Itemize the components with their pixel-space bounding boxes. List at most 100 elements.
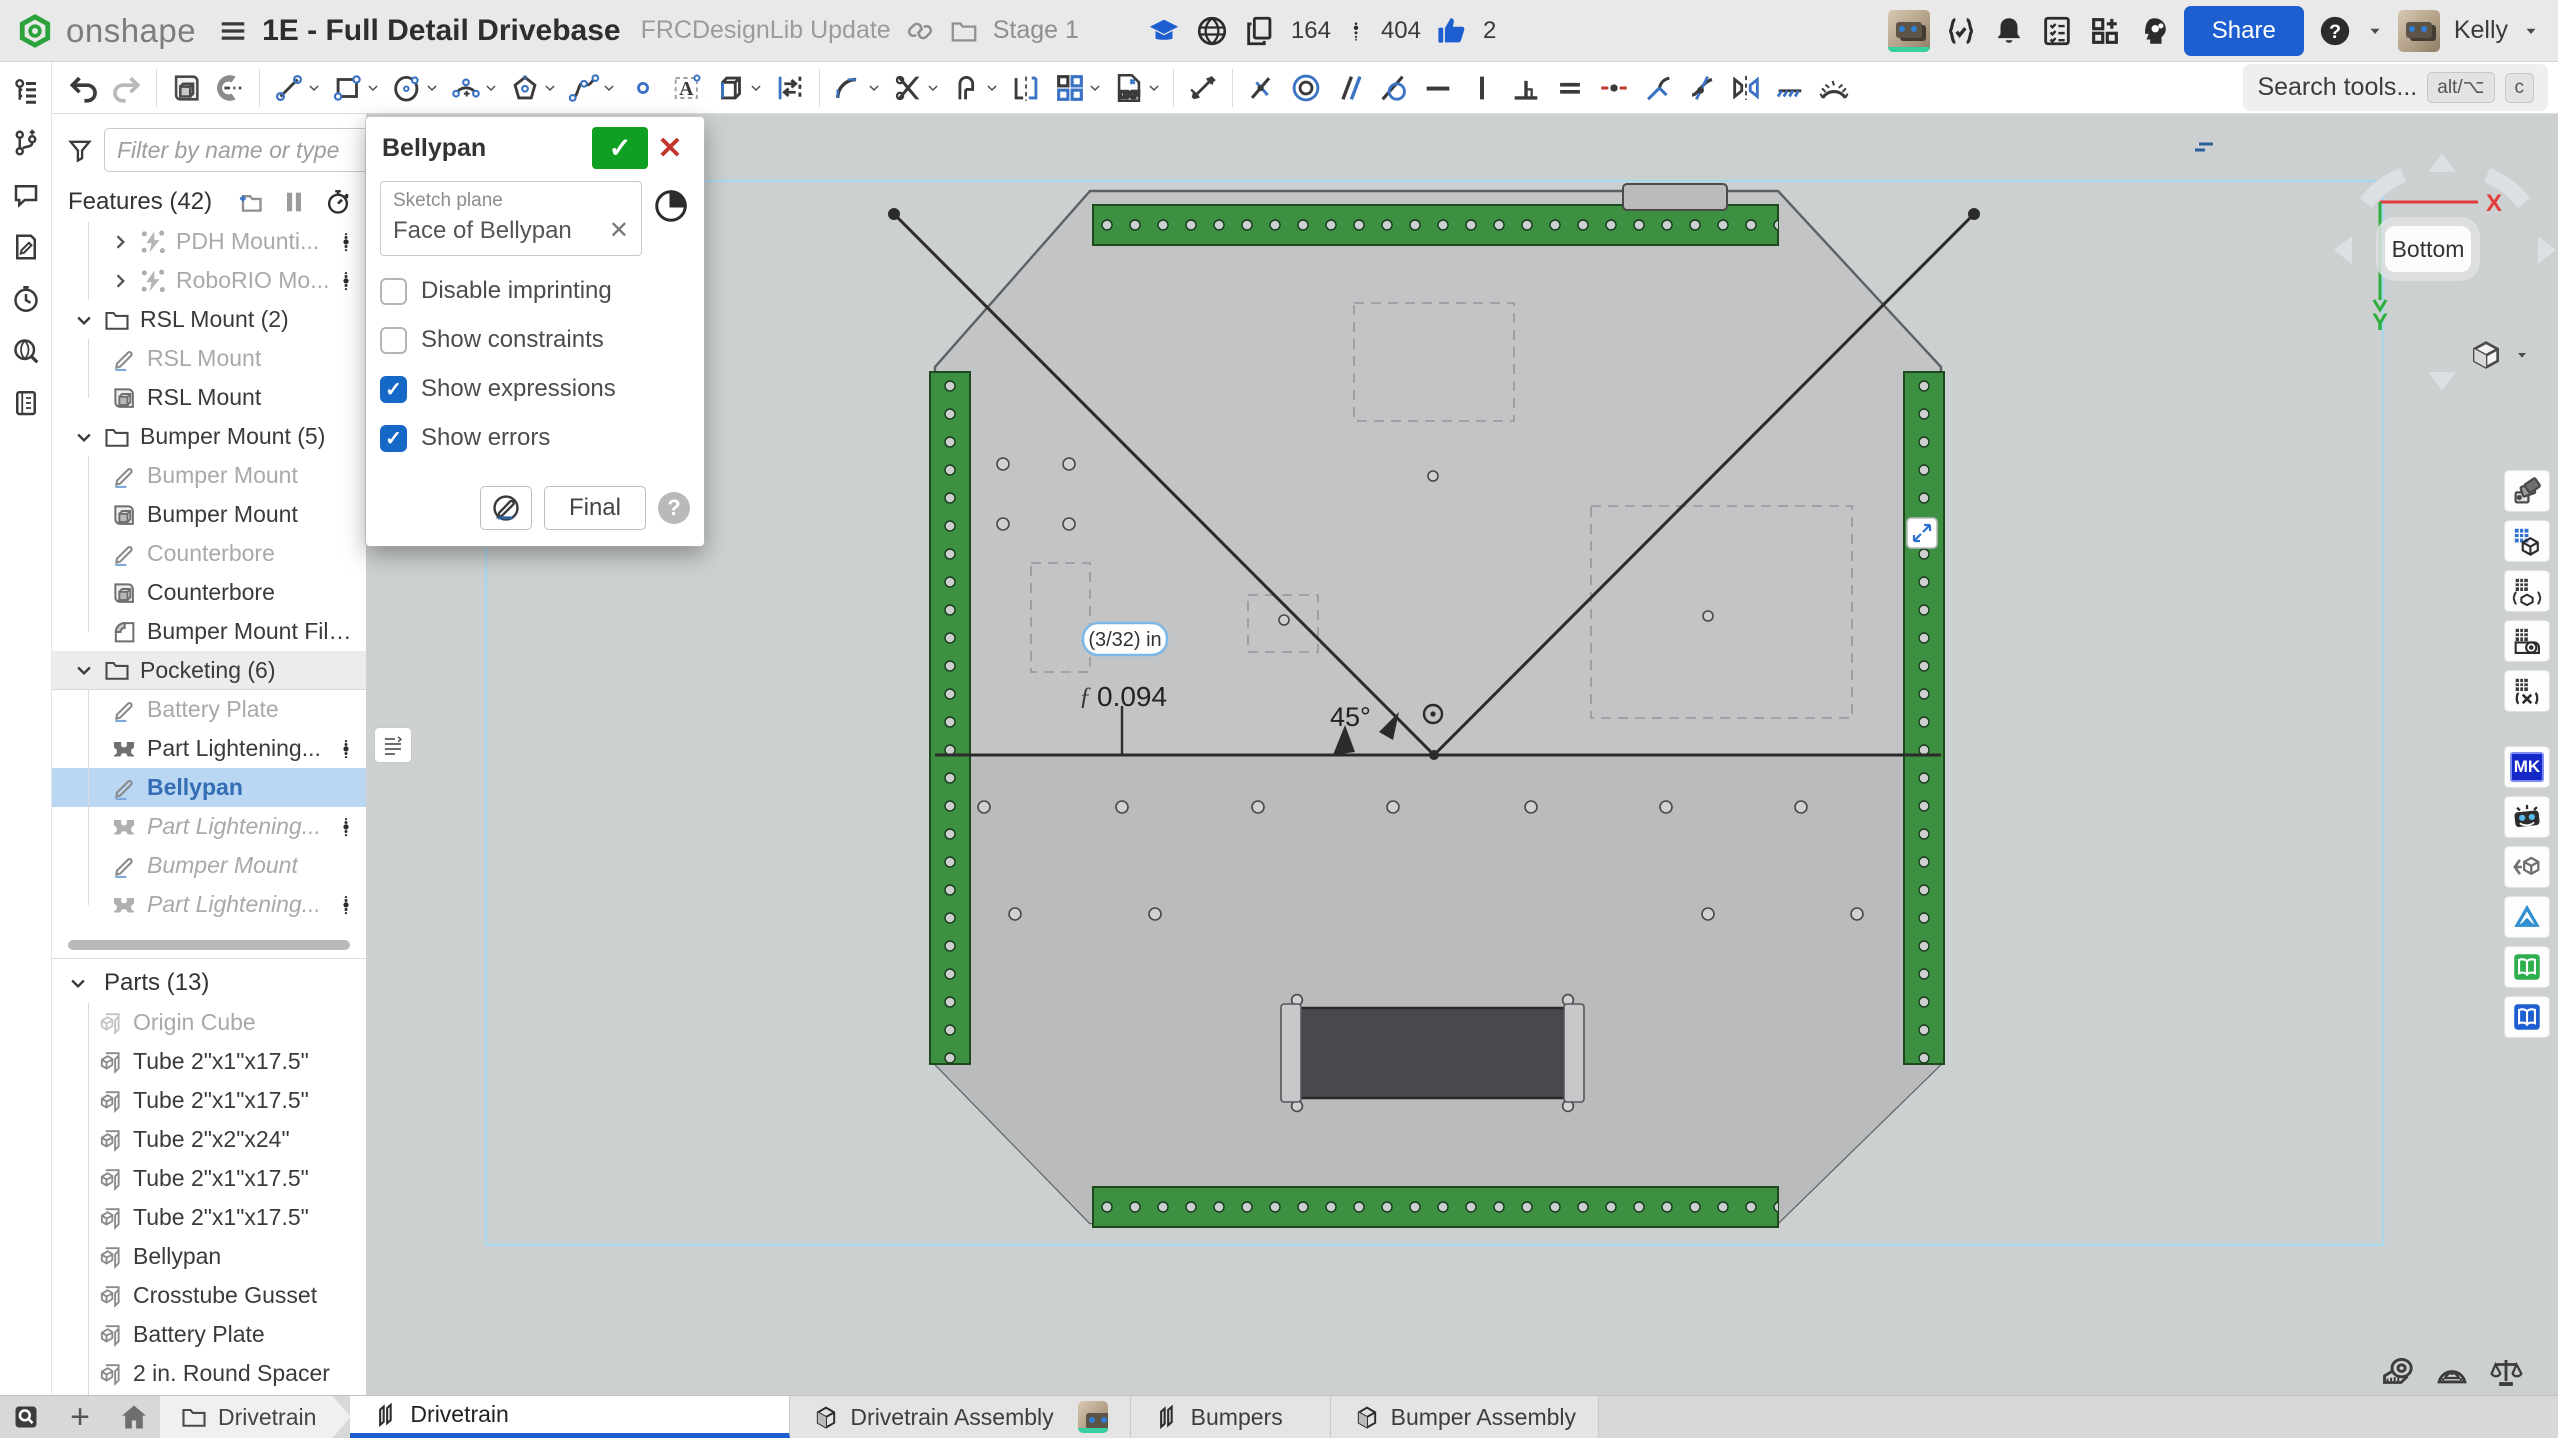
chevron-down-icon[interactable] <box>484 81 498 95</box>
ai-advisor-icon[interactable] <box>2136 14 2170 48</box>
expand-caret-icon[interactable] <box>110 271 130 291</box>
versions-branch-icon[interactable] <box>11 128 41 158</box>
symmetric-constraint-button[interactable] <box>1725 66 1767 110</box>
sketch-button[interactable] <box>165 66 207 110</box>
tab-bumpers[interactable]: Bumpers <box>1131 1396 1331 1438</box>
feature-script-icon[interactable] <box>1944 14 1978 48</box>
rollback-list-toggle[interactable] <box>374 727 412 763</box>
edit-document-icon[interactable] <box>11 232 41 262</box>
sketch-plane-field[interactable]: Sketch plane Face of Bellypan ✕ <box>380 181 642 256</box>
circle-tool-button[interactable] <box>386 66 443 110</box>
final-button[interactable]: Final <box>544 486 646 530</box>
vertical-constraint-button[interactable] <box>1461 66 1503 110</box>
drag-dots-icon[interactable] <box>340 227 352 257</box>
feature-item[interactable]: Bumper Mount <box>52 456 366 495</box>
feature-item[interactable]: Counterbore <box>52 534 366 573</box>
parts-header[interactable]: Parts (13) <box>52 963 366 1003</box>
suppress-pause-icon[interactable] <box>280 188 308 216</box>
chevron-down-icon[interactable] <box>749 81 763 95</box>
horizontal-scrollbar[interactable] <box>68 940 350 950</box>
document-menu-icon[interactable] <box>218 16 248 46</box>
feature-folder[interactable]: RSL Mount (2) <box>52 300 366 339</box>
offset-curve-button[interactable] <box>946 66 1003 110</box>
chevron-down-icon[interactable] <box>543 81 557 95</box>
add-tab-button[interactable]: + <box>52 1396 108 1438</box>
checkbox-icon[interactable]: ✓ <box>380 425 407 452</box>
user-name[interactable]: Kelly <box>2454 16 2508 45</box>
search-globe-icon[interactable] <box>11 336 41 366</box>
robot-assistant-button[interactable] <box>2504 796 2550 838</box>
feature-item[interactable]: Battery Plate <box>52 690 366 729</box>
add-folder-icon[interactable] <box>236 188 264 216</box>
render-studio-button[interactable] <box>2504 620 2550 662</box>
tube-plate-left[interactable] <box>930 372 970 1064</box>
notebook-icon[interactable] <box>11 388 41 418</box>
part-item[interactable]: Tube 2"x1"x17.5" <box>52 1042 366 1081</box>
line-tool-button[interactable] <box>268 66 325 110</box>
regen-timer-icon[interactable] <box>324 188 352 216</box>
breadcrumb[interactable]: Stage 1 <box>993 16 1079 45</box>
part-item[interactable]: Tube 2"x1"x17.5" <box>52 1159 366 1198</box>
perpendicular-constraint-button[interactable] <box>1505 66 1547 110</box>
part-item[interactable]: Battery Plate <box>52 1315 366 1354</box>
fillet-tool-button[interactable] <box>828 66 885 110</box>
checkbox-show-constraints[interactable]: ✓ Show constraints <box>380 326 690 354</box>
feature-item[interactable]: Bumper Mount <box>52 495 366 534</box>
feature-item[interactable]: RoboRIO Mo... <box>52 261 366 300</box>
point-tool-button[interactable] <box>622 66 664 110</box>
redo-button[interactable] <box>106 66 148 110</box>
part-item[interactable]: 2 in. Round Spacer <box>52 1354 366 1393</box>
part-item[interactable]: Tube 2"x1"x17.5" <box>52 1198 366 1237</box>
search-tools-box[interactable]: Search tools... alt/⌥ c <box>2243 64 2548 111</box>
versions-dots-icon[interactable] <box>1345 14 1367 48</box>
view-cube-menu-button[interactable] <box>2466 335 2530 375</box>
help-caret-icon[interactable] <box>2366 22 2384 40</box>
checkbox-disable-imprinting[interactable]: ✓ Disable imprinting <box>380 277 690 305</box>
chevron-down-icon[interactable] <box>1147 81 1161 95</box>
drag-dots-icon[interactable] <box>340 266 352 296</box>
concentric-constraint-button[interactable] <box>1285 66 1327 110</box>
derived-part-button[interactable] <box>2504 846 2550 888</box>
checkbox-icon[interactable]: ✓ <box>380 327 407 354</box>
use-project-button[interactable] <box>710 66 767 110</box>
trim-tool-button[interactable] <box>887 66 944 110</box>
parallel-constraint-button[interactable] <box>1329 66 1371 110</box>
undo-button[interactable] <box>62 66 104 110</box>
view-cube-face-bottom[interactable]: Bottom <box>2385 226 2471 272</box>
drag-dots-icon[interactable] <box>340 734 352 764</box>
dimension-tool-button[interactable] <box>1182 66 1224 110</box>
tasks-checklist-icon[interactable] <box>2040 14 2074 48</box>
stream-app-button[interactable] <box>2504 896 2550 938</box>
chevron-down-icon[interactable] <box>307 81 321 95</box>
checkbox-icon[interactable]: ✓ <box>380 376 407 403</box>
partial-feature-scope-icon[interactable] <box>652 187 690 225</box>
part-item[interactable]: Crosstube Gusset <box>52 1276 366 1315</box>
part-item[interactable]: Bellypan <box>52 1237 366 1276</box>
cancel-button[interactable]: ✕ <box>648 127 692 169</box>
coincident-constraint-button[interactable] <box>1241 66 1283 110</box>
drag-dots-icon[interactable] <box>340 890 352 920</box>
tangent-constraint-button[interactable] <box>1373 66 1415 110</box>
feature-item[interactable]: Part Lightening... <box>52 807 366 846</box>
feature-item-selected[interactable]: Bellypan <box>52 768 366 807</box>
expand-caret-icon[interactable] <box>110 232 130 252</box>
featurescript-cube-button[interactable] <box>2504 570 2550 612</box>
offset-button[interactable] <box>769 66 811 110</box>
learning-center-icon[interactable] <box>1147 14 1181 48</box>
part-item[interactable]: Tube 2"x1"x17.5" <box>52 1081 366 1120</box>
drag-dots-icon[interactable] <box>340 812 352 842</box>
feature-folder[interactable]: Bumper Mount (5) <box>52 417 366 456</box>
filter-funnel-icon[interactable] <box>66 136 94 164</box>
arc-tool-button[interactable] <box>445 66 502 110</box>
appearance-swatches-button[interactable] <box>2504 470 2550 512</box>
link-icon[interactable] <box>905 16 935 46</box>
pierce-constraint-button[interactable] <box>1681 66 1723 110</box>
import-dxf-button[interactable] <box>1108 66 1165 110</box>
normal-constraint-button[interactable] <box>1637 66 1679 110</box>
clear-selection-icon[interactable]: ✕ <box>609 216 629 245</box>
top-edge-part[interactable] <box>1623 184 1727 210</box>
part-item[interactable]: Origin Cube <box>52 1003 366 1042</box>
tube-plate-bottom[interactable] <box>1093 1187 1778 1227</box>
curvature-comb-button[interactable] <box>1813 66 1855 110</box>
feature-item[interactable]: PDH Mounti... <box>52 222 366 261</box>
